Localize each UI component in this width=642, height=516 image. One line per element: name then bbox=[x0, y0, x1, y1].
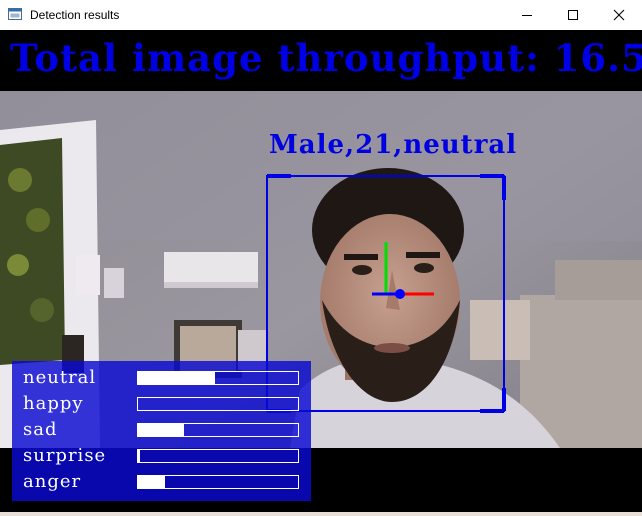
emotion-label: neutral bbox=[23, 367, 97, 388]
emotion-bar bbox=[137, 423, 299, 437]
frame-bottom-strip bbox=[0, 512, 642, 516]
maximize-button[interactable] bbox=[550, 0, 596, 30]
emotion-label: happy bbox=[23, 393, 84, 414]
emotion-bar bbox=[137, 475, 299, 489]
emotion-bar-fill bbox=[138, 450, 140, 462]
emotion-label: sad bbox=[23, 419, 58, 440]
throughput-text: Total image throughput: 16.59 bbox=[10, 36, 642, 80]
emotion-bar-fill bbox=[138, 424, 185, 436]
emotion-bar bbox=[137, 371, 299, 385]
video-frame: Total image throughput: 16.59 Male,21,ne… bbox=[0, 30, 642, 516]
app-window-icon bbox=[8, 8, 22, 20]
minimize-icon bbox=[522, 15, 532, 16]
emotion-row-happy: happy bbox=[12, 393, 311, 415]
maximize-icon bbox=[568, 10, 578, 20]
emotion-bar bbox=[137, 449, 299, 463]
throughput-banner: Total image throughput: 16.59 bbox=[0, 30, 642, 91]
emotion-row-neutral: neutral bbox=[12, 367, 311, 389]
close-icon bbox=[613, 9, 625, 21]
emotions-panel: neutral happy sad surprise anger bbox=[12, 361, 311, 501]
emotion-bar-fill bbox=[138, 372, 215, 384]
emotion-label: anger bbox=[23, 471, 82, 492]
emotion-label: surprise bbox=[23, 445, 107, 466]
emotion-row-anger: anger bbox=[12, 471, 311, 493]
face-attributes-label: Male,21,neutral bbox=[269, 130, 518, 160]
minimize-button[interactable] bbox=[504, 0, 550, 30]
detection-results-window: Detection results Total image throughput… bbox=[0, 0, 642, 516]
emotion-bar bbox=[137, 397, 299, 411]
close-button[interactable] bbox=[596, 0, 642, 30]
emotion-row-surprise: surprise bbox=[12, 445, 311, 467]
title-bar[interactable]: Detection results bbox=[0, 0, 642, 30]
window-title: Detection results bbox=[30, 8, 120, 22]
emotion-bar-fill bbox=[138, 476, 166, 488]
emotion-row-sad: sad bbox=[12, 419, 311, 441]
